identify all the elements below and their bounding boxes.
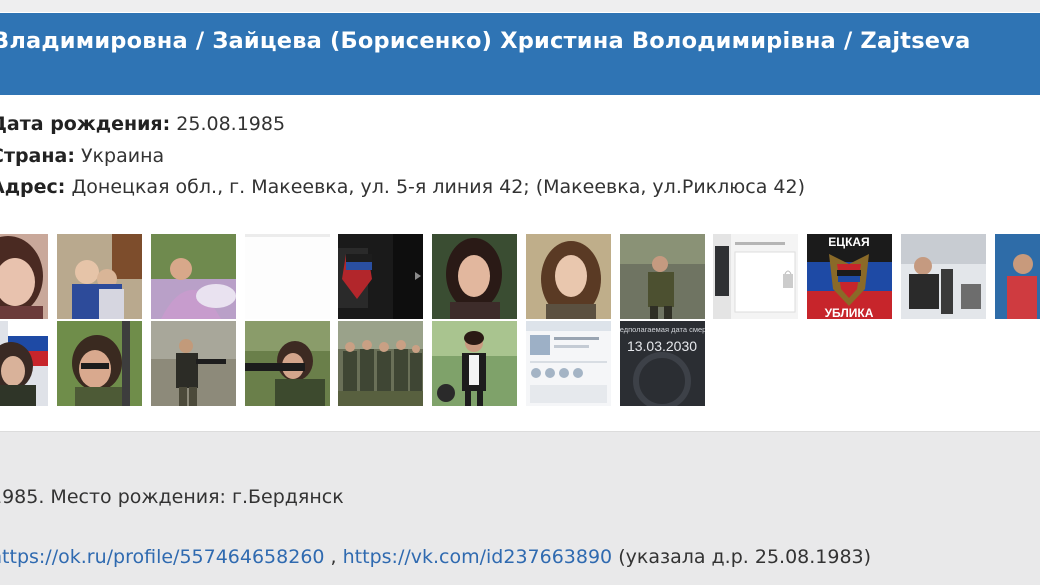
flag-bottom-text: УБЛИКА bbox=[825, 306, 874, 319]
photo-thumbnail[interactable] bbox=[432, 234, 517, 319]
photo-thumbnail[interactable] bbox=[245, 321, 330, 406]
photo-thumbnail[interactable] bbox=[526, 321, 611, 406]
photo-thumbnail[interactable] bbox=[713, 234, 798, 319]
country-row: Страна: Украина bbox=[0, 145, 164, 167]
photo-thumbnail[interactable] bbox=[901, 234, 986, 319]
vk-profile-link[interactable]: https://vk.com/id237663890 bbox=[343, 546, 613, 568]
profile-card: Дата рождения: 25.08.1985 Страна: Украин… bbox=[0, 95, 1040, 432]
profile-links-line: https://ok.ru/profile/557464658260 , htt… bbox=[0, 546, 871, 568]
photo-thumbnail[interactable] bbox=[338, 234, 423, 319]
profile-header: Владимировна / Зайцева (Борисенко) Христ… bbox=[0, 12, 1040, 95]
photo-thumbnail[interactable] bbox=[245, 234, 330, 319]
birth-date-label: Дата рождения: bbox=[0, 113, 171, 135]
photo-thumbnail[interactable] bbox=[620, 234, 705, 319]
top-strip bbox=[0, 0, 1040, 12]
photo-thumbnail[interactable] bbox=[151, 234, 236, 319]
birth-place-line: 1985. Место рождения: г.Бердянск bbox=[0, 486, 344, 508]
photo-thumbnail[interactable] bbox=[995, 234, 1040, 319]
photo-thumbnail[interactable] bbox=[57, 234, 142, 319]
photo-thumbnail[interactable] bbox=[432, 321, 517, 406]
country-label: Страна: bbox=[0, 145, 75, 167]
photo-thumbnail[interactable] bbox=[338, 321, 423, 406]
photo-thumbnail[interactable]: Предполагаемая дата смерти 13.03.2030 bbox=[620, 321, 705, 406]
photo-thumbnail[interactable] bbox=[151, 321, 236, 406]
birth-date-row: Дата рождения: 25.08.1985 bbox=[0, 113, 285, 135]
birth-date-value: 25.08.1985 bbox=[170, 113, 286, 135]
address-label: Адрес: bbox=[0, 176, 66, 198]
country-value: Украина bbox=[74, 145, 165, 167]
address-value: Донецкая обл., г. Макеевка, ул. 5-я лини… bbox=[65, 176, 805, 198]
birthdate-note: (указала д.р. 25.08.1983) bbox=[612, 546, 872, 568]
photo-thumbnail[interactable] bbox=[57, 321, 142, 406]
profile-title: Владимировна / Зайцева (Борисенко) Христ… bbox=[0, 28, 971, 54]
photo-thumbnail[interactable] bbox=[0, 321, 48, 406]
photo-thumbnail[interactable]: ЕЦКАЯ УБЛИКА bbox=[807, 234, 892, 319]
death-date-label: Предполагаемая дата смерти bbox=[620, 325, 705, 334]
photo-thumbnail[interactable] bbox=[0, 234, 48, 319]
flag-top-text: ЕЦКАЯ bbox=[828, 235, 869, 249]
links-separator: , bbox=[324, 546, 343, 568]
address-row: Адрес: Донецкая обл., г. Макеевка, ул. 5… bbox=[0, 176, 805, 198]
photo-thumbnail[interactable] bbox=[526, 234, 611, 319]
ok-profile-link[interactable]: https://ok.ru/profile/557464658260 bbox=[0, 546, 325, 568]
death-date-value: 13.03.2030 bbox=[627, 338, 697, 354]
